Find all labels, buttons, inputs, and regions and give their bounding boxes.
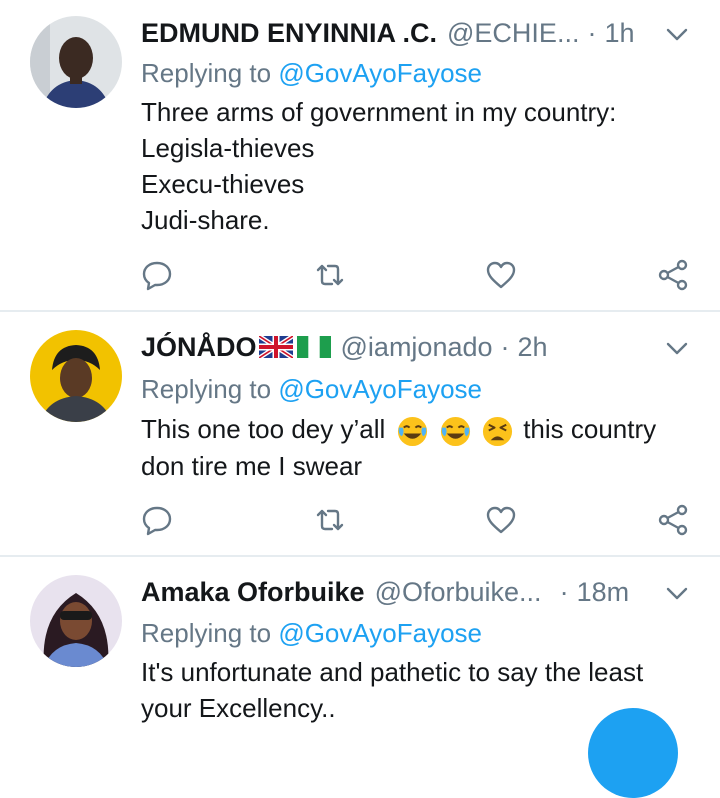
tweet-text-line: Legisla-thieves [141,133,315,163]
mention-link[interactable]: @GovAyoFayose [278,58,482,88]
chevron-down-icon[interactable] [664,21,690,47]
avatar[interactable] [30,575,122,667]
avatar[interactable] [30,16,122,108]
share-icon[interactable] [656,503,690,537]
compose-button[interactable] [588,708,678,798]
tweet-3[interactable]: Amaka Oforbuike @Oforbuike... · 18m Repl… [0,557,720,723]
reply-icon[interactable] [140,503,174,537]
replying-to-label: Replying to [141,618,272,648]
user-handle[interactable]: @Oforbuike... [375,577,542,608]
reply-icon[interactable] [140,258,174,292]
uk-flag-icon [258,336,293,358]
tweet-text: Three arms of government in my country: … [141,94,616,238]
replying-to-label: Replying to [141,374,272,404]
like-icon[interactable] [484,503,518,537]
tweet-actions [0,500,720,540]
replying-to: Replying to @GovAyoFayose [141,615,482,651]
timestamp[interactable]: 2h [518,332,548,363]
tweet-actions [0,255,720,295]
tweet-header: JÓNÅDO @iamjonado · 2h [141,327,690,367]
joy-emoji-icon [398,416,428,446]
display-name[interactable]: JÓNÅDO [141,332,257,363]
mention-link[interactable]: @GovAyoFayose [278,618,482,648]
tweet-text-line: Execu-thieves [141,169,305,199]
tweet-text: This one too dey y’all this country don … [141,411,656,484]
dot-separator: · [559,576,569,607]
dot-separator: · [587,17,597,48]
tweet-text-line: This one too dey y’all this country [141,411,656,448]
like-icon[interactable] [484,258,518,292]
tweet-header: Amaka Oforbuike @Oforbuike... · 18m [141,572,690,612]
tweet-2[interactable]: JÓNÅDO @iamjonado · 2h Replying to @GovA… [0,312,720,555]
share-icon[interactable] [656,258,690,292]
tired-face-emoji-icon [482,416,513,446]
replying-to-label: Replying to [141,58,272,88]
tweet-text-line: Three arms of government in my country: [141,97,617,127]
joy-emoji-icon [440,416,470,446]
timestamp[interactable]: 18m [577,577,630,608]
tweet-text-line: don tire me I swear [141,450,363,481]
mention-link[interactable]: @GovAyoFayose [278,374,482,404]
chevron-down-icon[interactable] [664,580,690,606]
dot-separator: · [500,331,510,362]
avatar[interactable] [30,330,122,422]
tweet-header: EDMUND ENYINNIA .C. @ECHIE... · 1h [141,13,690,53]
chevron-down-icon[interactable] [664,335,690,361]
retweet-icon[interactable] [313,258,347,292]
tweet-1[interactable]: EDMUND ENYINNIA .C. @ECHIE... · 1h Reply… [0,0,720,310]
user-handle[interactable]: @iamjonado [341,332,493,363]
display-name[interactable]: Amaka Oforbuike [141,577,365,608]
tweet-text-segment: this country [523,414,657,444]
tweet-text-line: It's unfortunate and pathetic to say the… [141,657,644,687]
display-name[interactable]: EDMUND ENYINNIA .C. [141,18,437,49]
user-handle[interactable]: @ECHIE... [447,18,579,49]
nigeria-flag-icon [296,336,331,358]
tweet-text-segment: This one too dey y’all [141,414,386,444]
retweet-icon[interactable] [313,503,347,537]
tweet-text: It's unfortunate and pathetic to say the… [141,654,643,726]
replying-to: Replying to @GovAyoFayose [141,371,482,407]
timestamp[interactable]: 1h [604,18,634,49]
replying-to: Replying to @GovAyoFayose [141,55,482,91]
tweet-text-line: Judi-share. [141,205,270,235]
